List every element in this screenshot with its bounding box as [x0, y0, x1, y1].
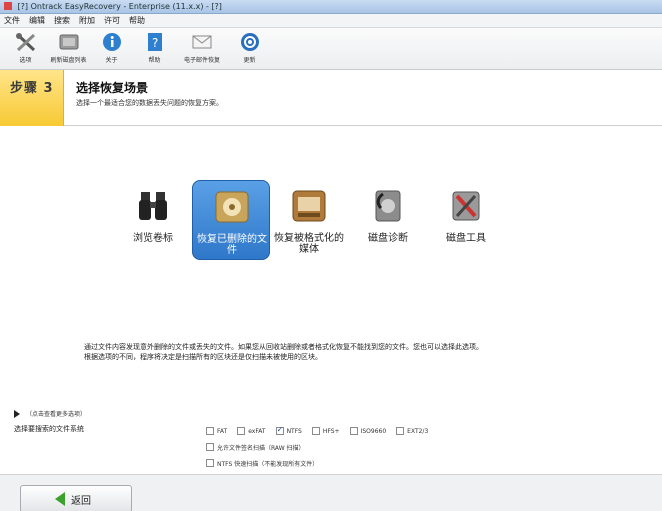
- scenario-browse-volume[interactable]: 浏览卷标: [114, 180, 192, 260]
- ntfs-quick-scan-checkbox[interactable]: NTFS 快速扫描（不能发现所有文件）: [206, 459, 318, 468]
- more-options-toggle[interactable]: （点击查看更多选项）: [14, 409, 86, 418]
- checkbox-box: [206, 427, 214, 435]
- scenario-disk-diagnostics[interactable]: 磁盘诊断: [349, 180, 427, 260]
- description-line-2: 根据选项的不同，程序将决定是扫描所有的区块还是仅扫描未被使用的区块。: [84, 353, 322, 361]
- option-row: 允许文件签名扫描（RAW 扫描）: [206, 441, 506, 453]
- toolbar: 选项 刷新磁盘列表 关于 ? 帮助 电子邮件恢复 更新: [0, 28, 662, 70]
- footer-bar: 返回: [0, 474, 662, 511]
- description-line-1: 通过文件内容发现意外删除的文件或丢失的文件。如果您从回收站删除或者格式化恢复不能…: [84, 343, 483, 351]
- expand-triangle-icon: [14, 409, 20, 418]
- window-title: [?] Ontrack EasyRecovery - Enterprise (1…: [17, 2, 222, 11]
- filesystem-label: 选择要搜索的文件系统: [14, 425, 84, 433]
- refresh-disk-list-button[interactable]: 刷新磁盘列表: [47, 28, 90, 70]
- filesystem-checkbox-row: FAT exFAT NTFS HFS+ ISO9660 EXT2/3: [206, 425, 506, 437]
- checkbox-box: [349, 427, 358, 435]
- step-badge: 步骤 3: [0, 70, 64, 126]
- about-button[interactable]: 关于: [90, 28, 133, 70]
- step-title: 选择恢复场景: [76, 81, 149, 95]
- fs-ext-checkbox[interactable]: EXT2/3: [396, 427, 428, 435]
- options-button[interactable]: 选项: [4, 28, 47, 70]
- checkbox-box: [396, 427, 405, 435]
- scenario-recover-deleted-files[interactable]: 恢复已删除的文件: [192, 180, 270, 260]
- back-arrow-icon: [55, 492, 65, 506]
- tools-icon: [15, 33, 35, 52]
- menu-license[interactable]: 许可: [104, 15, 120, 26]
- checkbox-box: [237, 427, 246, 435]
- format-recovery-icon: [292, 190, 326, 222]
- raw-scan-checkbox[interactable]: 允许文件签名扫描（RAW 扫描）: [206, 443, 305, 452]
- fs-fat-checkbox[interactable]: FAT: [206, 427, 227, 435]
- scenario-list: 浏览卷标 恢复已删除的文件 恢复被格式化的媒体 磁盘诊断 磁盘工具: [0, 128, 662, 318]
- option-row: NTFS 快速扫描（不能发现所有文件）: [206, 457, 506, 469]
- scenario-recover-formatted-media[interactable]: 恢复被格式化的媒体: [270, 180, 348, 260]
- scenario-disk-tools[interactable]: 磁盘工具: [427, 180, 505, 260]
- title-bar: [?] Ontrack EasyRecovery - Enterprise (1…: [0, 0, 662, 14]
- deleted-file-recovery-icon: [215, 191, 249, 223]
- fs-exfat-checkbox[interactable]: exFAT: [237, 427, 266, 435]
- menu-bar: 文件 编辑 搜索 附加 许可 帮助: [0, 14, 662, 28]
- scenario-description: 通过文件内容发现意外删除的文件或丢失的文件。如果您从回收站删除或者格式化恢复不能…: [84, 342, 614, 362]
- fs-ntfs-checkbox[interactable]: NTFS: [275, 425, 302, 435]
- update-button[interactable]: 更新: [228, 28, 271, 70]
- svg-text:?: ?: [152, 36, 158, 50]
- menu-edit[interactable]: 编辑: [29, 15, 45, 26]
- checkbox-box: [311, 427, 320, 435]
- update-icon: [240, 33, 259, 51]
- menu-file[interactable]: 文件: [4, 15, 20, 26]
- step-subtitle: 选择一个最适合您的数据丢失问题的恢复方案。: [76, 99, 223, 107]
- disk-refresh-icon: [59, 34, 78, 50]
- fs-iso9660-checkbox[interactable]: ISO9660: [349, 427, 386, 435]
- disk-diagnostic-icon: [375, 190, 401, 222]
- email-recovery-button[interactable]: 电子邮件恢复: [176, 28, 228, 70]
- binoculars-icon: [139, 192, 167, 220]
- filesystem-options: FAT exFAT NTFS HFS+ ISO9660 EXT2/3 允许文件签…: [206, 425, 506, 473]
- more-options-label: （点击查看更多选项）: [26, 411, 87, 418]
- menu-help[interactable]: 帮助: [129, 15, 145, 26]
- fs-hfs-checkbox[interactable]: HFS+: [311, 427, 340, 435]
- menu-extras[interactable]: 附加: [79, 15, 95, 26]
- step-header: 步骤 3 选择恢复场景 选择一个最适合您的数据丢失问题的恢复方案。: [0, 70, 662, 126]
- back-button-label: 返回: [71, 495, 91, 507]
- info-icon: [102, 33, 121, 51]
- app-icon: [4, 2, 12, 10]
- checkbox-box-checked: [275, 425, 284, 435]
- help-button[interactable]: ? 帮助: [133, 28, 176, 70]
- email-icon: [192, 35, 212, 49]
- help-icon: ?: [147, 33, 162, 51]
- checkbox-box: [206, 443, 214, 451]
- menu-search[interactable]: 搜索: [54, 15, 70, 26]
- back-button[interactable]: 返回: [20, 485, 132, 511]
- checkbox-box: [206, 459, 214, 467]
- disk-tools-icon: [452, 191, 480, 221]
